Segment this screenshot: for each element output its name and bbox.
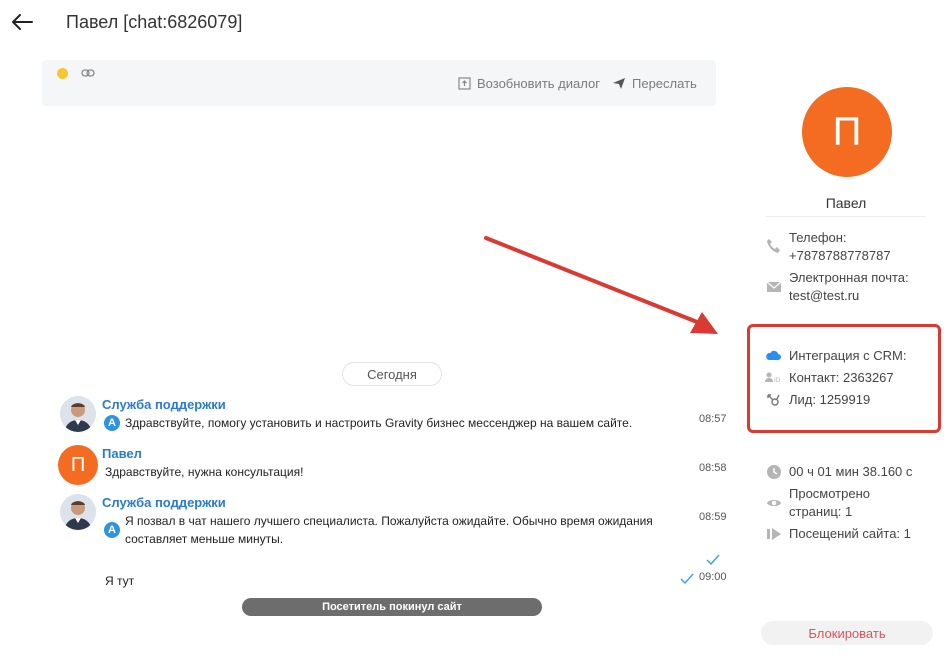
message-author: Павел: [102, 446, 142, 461]
profile-avatar: П: [802, 87, 892, 177]
phone-icon: [767, 239, 780, 253]
phone-label: Телефон:: [789, 230, 847, 245]
annotation-arrow: [484, 236, 718, 334]
check-icon: [706, 554, 720, 565]
clock-icon: [767, 465, 781, 479]
svg-text:ID: ID: [774, 377, 781, 384]
contact-id-icon: ID: [765, 372, 781, 384]
divider: [766, 216, 926, 217]
renew-dialog-button[interactable]: Возобновить диалог: [458, 76, 600, 91]
message-time: 08:58: [699, 462, 727, 474]
arrow-left-icon: [12, 14, 33, 30]
send-icon: [613, 78, 625, 89]
link-icon[interactable]: [81, 67, 95, 79]
agent-badge: A: [104, 415, 120, 431]
chat-toolbar: Возобновить диалог Переслать: [42, 60, 716, 106]
message-text: Я тут: [105, 574, 135, 588]
phone-value: +7878788778787: [789, 248, 891, 263]
support-avatar: [60, 396, 96, 432]
back-button[interactable]: [8, 8, 36, 36]
lead-icon: [767, 394, 780, 406]
crm-contact[interactable]: Контакт: 2363267: [789, 369, 894, 387]
pages-viewed-line2: страниц: 1: [789, 504, 853, 519]
block-button[interactable]: Блокировать: [761, 621, 933, 645]
message-text-line: составляет меньше минуты.: [125, 532, 284, 546]
crm-title: Интеграция с CRM:: [789, 348, 907, 363]
crm-lead[interactable]: Лид: 1259919: [789, 391, 870, 409]
chat-title: Павел [chat:6826079]: [66, 12, 243, 32]
profile-name: Павел: [825, 195, 867, 211]
message-time: 08:59: [699, 511, 727, 523]
check-icon: [680, 573, 694, 584]
date-divider: Сегодня: [342, 362, 442, 386]
visitor-avatar: П: [58, 445, 98, 485]
support-avatar: [60, 494, 96, 530]
renew-dialog-label: Возобновить диалог: [477, 76, 600, 91]
forward-label: Переслать: [632, 76, 697, 91]
message-text: Здравствуйте, нужна консультация!: [105, 465, 304, 479]
person-photo-icon: [60, 494, 96, 530]
status-indicator: [57, 68, 68, 79]
person-photo-icon: [60, 396, 96, 432]
email-icon: [766, 281, 782, 292]
archive-icon: [458, 77, 471, 90]
message-author: Служба поддержки: [102, 397, 226, 412]
agent-badge: A: [104, 522, 120, 538]
visitor-left-notice: Посетитель покинул сайт: [242, 598, 542, 616]
email-label: Электронная почта:: [789, 270, 909, 285]
email-value: test@test.ru: [789, 288, 860, 303]
eye-icon: [767, 500, 781, 506]
message-text: Здравствуйте, помогу установить и настро…: [125, 416, 633, 430]
visits-icon: [767, 528, 781, 540]
session-duration: 00 ч 01 мин 38.160 с: [789, 464, 913, 479]
forward-button[interactable]: Переслать: [612, 76, 697, 91]
pages-viewed-line1: Просмотрено: [789, 486, 871, 501]
message-time: 09:00: [699, 571, 727, 583]
cloud-icon: [766, 350, 781, 360]
message-author: Служба поддержки: [102, 495, 226, 510]
message-time: 08:57: [699, 413, 727, 425]
site-visits: Посещений сайта: 1: [789, 526, 911, 541]
message-text-line: Я позвал в чат нашего лучшего специалист…: [125, 514, 653, 528]
